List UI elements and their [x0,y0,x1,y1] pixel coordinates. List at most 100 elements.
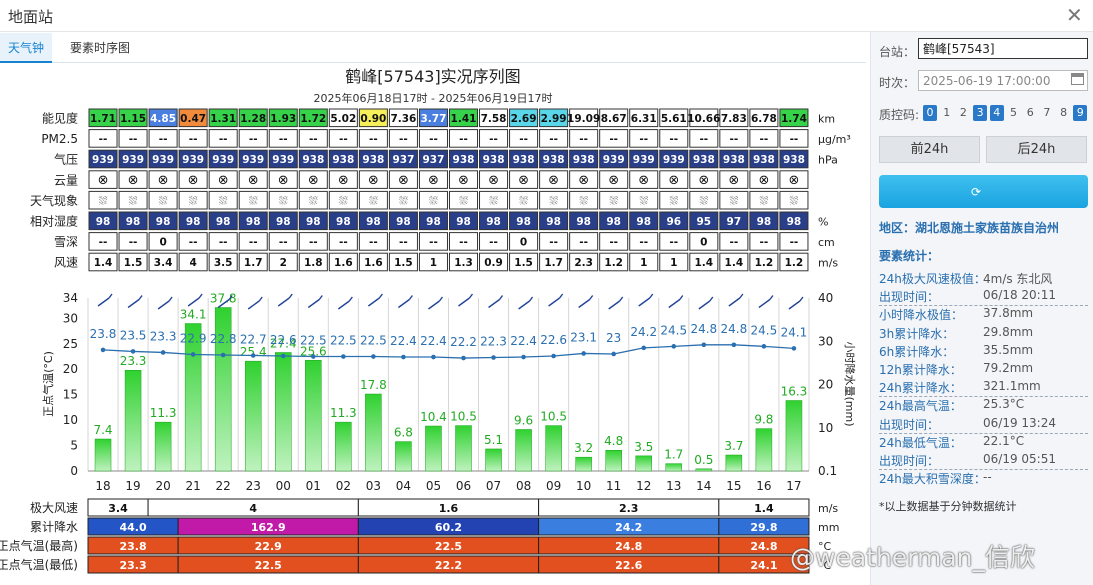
cell-value: -- [249,237,258,249]
cell-value: ⊗ [218,173,229,188]
cell-value: 98 [606,216,621,228]
tab-bar: 天气钟 要素时序图 [0,33,866,63]
precip-bar [605,449,622,472]
cell-value: -- [129,134,138,146]
cell-value: 938 [362,154,384,166]
qc-code-4[interactable]: 4 [989,105,1004,121]
row-label: 天气现象 [30,193,78,208]
summary-value: 23.8 [119,540,146,553]
stat-key: 小时降水极值： [879,308,964,323]
qc-code-7[interactable]: 7 [1040,105,1054,121]
qc-code-5[interactable]: 5 [1007,105,1021,121]
stat-key: 24h最低气温： [879,435,962,450]
prev-24h-button[interactable]: 前24h [879,136,980,163]
precip-bar [725,454,743,472]
wind-barb-icon [578,295,594,309]
summary-value: 24.8 [615,540,642,553]
cell-value: 98 [216,216,231,228]
temperature-point [220,352,226,358]
wind-barb-icon [788,296,804,310]
cell-value: 938 [783,154,805,166]
stat-value: 06/18 20:11 [983,288,1056,303]
qc-code-2[interactable]: 2 [956,105,970,121]
qc-code-9[interactable]: 9 [1073,105,1088,121]
next-24h-button[interactable]: 后24h [986,136,1087,163]
cell-value: 98 [96,216,111,228]
rain-shower-icon: ⛆ [459,194,468,207]
cell-value: 1 [670,257,677,269]
temperature-label: 23 [606,331,621,345]
cell-value: 1.93 [270,113,296,125]
temperature-label: 22.8 [210,332,237,346]
cell-value: 939 [212,154,234,166]
wind-barb-icon [728,293,744,307]
y2-tick-label: 20 [818,378,833,392]
y-tick-label: 30 [63,311,78,325]
summary-value: 24.8 [750,540,777,553]
temperature-point [521,354,526,360]
cell-value: -- [399,134,408,146]
y2-axis-label: 小时降水量(mm) [843,341,857,426]
cell-value: ⊗ [428,173,439,188]
stat-key: 24h极大风速极值： [879,272,986,286]
row-unit: km [818,113,835,126]
cell-value: -- [129,237,138,249]
summary-value: 44.0 [119,521,146,534]
stat-key: 24h最高气温： [879,399,962,414]
x-tick-label: 02 [336,479,351,493]
cell-value: ⊗ [368,173,379,188]
cell-value: -- [549,237,558,249]
tab-element-series[interactable]: 要素时序图 [62,33,138,63]
precip-bar [755,428,773,472]
tab-weather-clock[interactable]: 天气钟 [0,33,53,63]
cell-value: 98 [126,216,141,228]
close-icon[interactable]: ✕ [1066,5,1083,25]
wind-barb-icon [97,293,113,307]
qc-code-1[interactable]: 1 [940,105,954,121]
wind-barb-icon [638,293,654,307]
qc-code-0[interactable]: 0 [923,105,937,121]
x-tick-label: 12 [636,479,651,493]
rain-shower-icon: ⛆ [549,194,558,207]
cell-value: 98 [546,216,561,228]
wind-barb-icon [458,293,474,307]
time-input[interactable] [918,70,1088,91]
cell-value: -- [279,134,288,146]
query-button[interactable]: ⟳ [879,175,1088,208]
qc-code-6[interactable]: 6 [1023,105,1037,121]
stat-value: 25.3°C [983,397,1025,412]
cell-value: 1.6 [364,257,383,269]
row-unit: cm [818,236,835,249]
cell-value: -- [369,134,378,146]
temperature-label: 24.8 [690,322,717,336]
stat-row: 24h累计降水： 321.1mm [879,379,1088,397]
cell-value: 1 [430,257,437,269]
summary-label: 正点气温(最低) [0,557,78,572]
cell-value: 97 [727,216,742,228]
stat-key: 12h累计降水： [879,363,962,377]
rain-shower-icon: ⛆ [129,194,138,207]
qc-code-3[interactable]: 3 [973,105,988,121]
summary-value: 60.2 [435,521,462,534]
cell-value: 938 [693,154,715,166]
stat-value: 4m/s 东北风 [983,272,1053,286]
precip-bar [94,438,112,472]
wind-barb-icon [488,295,504,309]
precip-label: 4.8 [604,434,623,448]
stat-row: 6h累计降水： 35.5mm [879,343,1088,361]
station-input[interactable] [918,38,1088,59]
calendar-icon[interactable] [1071,73,1084,85]
cell-value: 939 [182,154,204,166]
qc-code-8[interactable]: 8 [1057,105,1071,121]
cell-value: 95 [697,216,712,228]
cell-value: 1 [640,257,647,269]
rain-shower-icon: ⛆ [309,194,318,207]
x-tick-label: 19 [125,479,140,493]
temperature-point [130,349,136,354]
cell-value: 938 [453,154,475,166]
stat-row: 出现时间： 06/18 20:11 [879,288,1088,306]
precip-bar [545,425,562,472]
summary-value: 23.3 [119,559,146,572]
wind-barb-icon [428,296,444,310]
cell-value: 1.28 [240,113,266,125]
